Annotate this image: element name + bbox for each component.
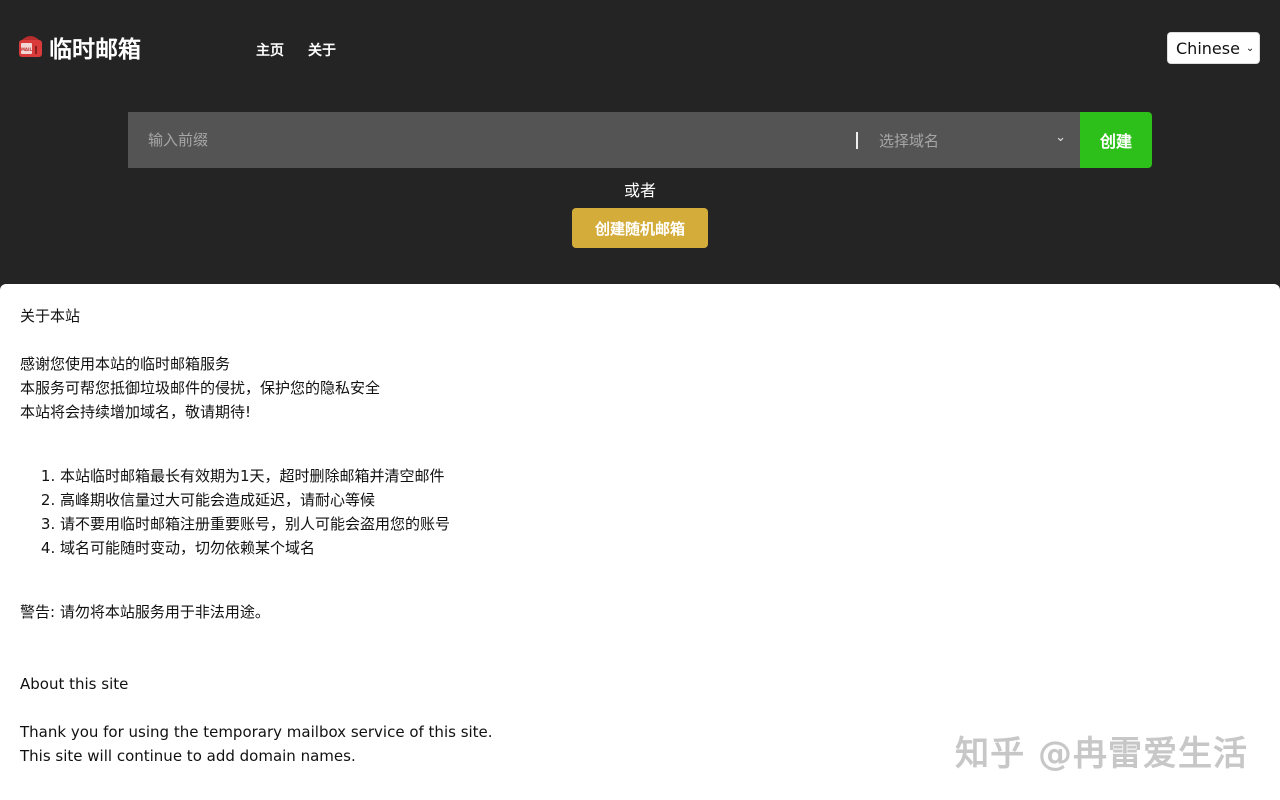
- about-cn-line: 本服务可帮您抵御垃圾邮件的侵扰，保护您的隐私安全: [20, 379, 381, 397]
- rules-list-item: 本站临时邮箱最长有效期为1天，超时删除邮箱并清空邮件: [60, 464, 1260, 488]
- brand-logo[interactable]: MAIL 临时邮箱: [18, 30, 141, 64]
- about-cn-line: 感谢您使用本站的临时邮箱服务: [20, 355, 231, 373]
- top-header: MAIL 临时邮箱 主页 关于 Chinese ⌄ 选择域名 ⌄ 创建 或者 创…: [0, 0, 1280, 300]
- or-divider-label: 或者: [623, 181, 656, 200]
- rules-list-item: 请不要用临时邮箱注册重要账号，别人可能会盗用您的账号: [60, 512, 1260, 536]
- main-nav: 主页 关于: [256, 38, 336, 62]
- about-en-title: About this site: [20, 675, 129, 693]
- chevron-down-icon: ⌄: [1055, 130, 1066, 145]
- rules-list-item: 域名可能随时变动，切勿依赖某个域名: [60, 536, 1260, 560]
- mailbox-icon: MAIL: [18, 34, 43, 60]
- rules-list: 本站临时邮箱最长有效期为1天，超时删除邮箱并清空邮件 高峰期收信量过大可能会造成…: [20, 464, 1260, 560]
- prefix-input[interactable]: [128, 112, 852, 168]
- nav-about-link[interactable]: 关于: [308, 38, 336, 62]
- watermark-text: 知乎 @冉雷爱生活: [955, 734, 1248, 774]
- text-cursor: [856, 132, 858, 149]
- brand-name: 临时邮箱: [49, 37, 141, 63]
- rules-list-item: 高峰期收信量过大可能会造成延迟，请耐心等候: [60, 488, 1260, 512]
- warning-text: 警告: 请勿将本站服务用于非法用途。: [20, 603, 270, 621]
- about-content: 关于本站 感谢您使用本站的临时邮箱服务 本服务可帮您抵御垃圾邮件的侵扰，保护您的…: [0, 284, 1280, 800]
- create-mailbox-form: 选择域名 ⌄ 创建: [128, 112, 1152, 168]
- language-selected: Chinese: [1176, 38, 1240, 58]
- svg-text:MAIL: MAIL: [21, 47, 33, 52]
- domain-placeholder: 选择域名: [879, 131, 940, 150]
- about-cn-title: 关于本站: [20, 307, 81, 325]
- create-button[interactable]: 创建: [1080, 112, 1152, 168]
- create-random-mailbox-button[interactable]: 创建随机邮箱: [572, 208, 708, 248]
- chevron-down-icon: ⌄: [1245, 42, 1255, 54]
- about-cn-line: 本站将会持续增加域名，敬请期待!: [20, 403, 252, 421]
- nav-home-link[interactable]: 主页: [256, 38, 284, 62]
- language-select[interactable]: Chinese ⌄: [1167, 32, 1260, 64]
- domain-select[interactable]: 选择域名 ⌄: [852, 112, 1080, 168]
